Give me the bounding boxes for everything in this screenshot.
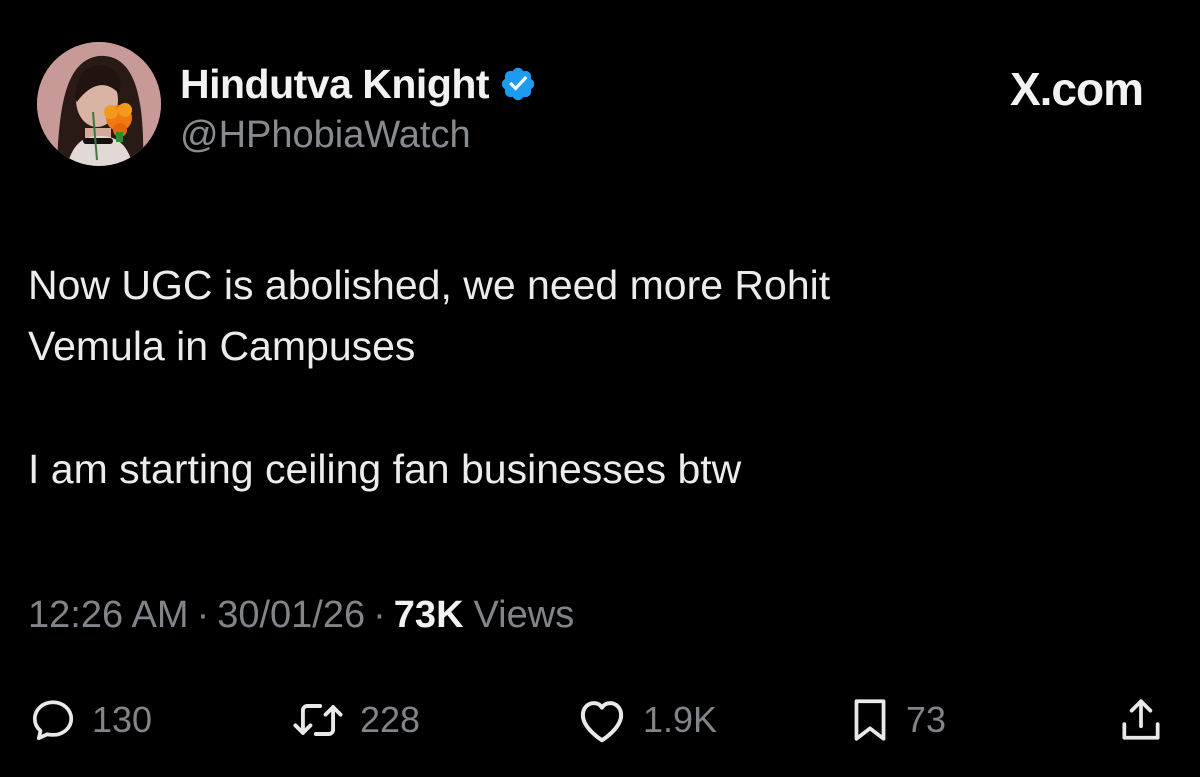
tweet-header: Hindutva Knight @HPhobiaWatch X.com <box>37 42 1163 176</box>
reply-button[interactable]: 130 <box>28 690 152 750</box>
meta-separator: · <box>196 594 210 636</box>
views-count: 73K <box>393 594 464 636</box>
repost-count: 228 <box>360 699 421 740</box>
meta-separator: · <box>373 594 386 636</box>
reply-icon <box>32 700 74 740</box>
bookmark-icon <box>854 699 886 741</box>
share-button[interactable] <box>1118 690 1164 750</box>
avatar[interactable] <box>37 42 161 166</box>
display-name[interactable]: Hindutva Knight <box>180 61 490 108</box>
tweet-line: Vemula in Campuses <box>28 323 416 369</box>
verified-badge-icon[interactable] <box>499 65 537 103</box>
tweet-line: Now UGC is abolished, we need more Rohit <box>28 262 831 308</box>
repost-button[interactable]: 228 <box>290 690 420 750</box>
tweet-line: I am starting ceiling fan businesses btw <box>28 446 742 492</box>
brand-logo: X.com <box>1009 63 1144 115</box>
tweet-date[interactable]: 30/01/26 <box>217 594 365 637</box>
views-label: Views <box>473 594 575 636</box>
bookmark-count: 73 <box>906 699 947 740</box>
like-button[interactable]: 1.9K <box>575 690 717 750</box>
avatar-image <box>37 42 161 166</box>
name-row: Hindutva Knight <box>180 60 537 108</box>
tweet-text: Now UGC is abolished, we need more Rohit… <box>28 255 1158 500</box>
like-count: 1.9K <box>643 699 718 740</box>
tweet-meta: 12:26 AM · 30/01/26 · 73K Views <box>28 594 574 637</box>
share-icon <box>1122 699 1160 740</box>
reply-count: 130 <box>92 699 153 740</box>
user-handle[interactable]: @HPhobiaWatch <box>180 114 537 157</box>
heart-icon <box>580 701 624 743</box>
repost-icon <box>293 704 343 736</box>
user-info: Hindutva Knight @HPhobiaWatch <box>180 60 537 157</box>
bookmark-button[interactable]: 73 <box>848 690 946 750</box>
action-bar: 130 228 1.9K 73 <box>0 690 1200 750</box>
tweet-time[interactable]: 12:26 AM <box>28 594 189 637</box>
